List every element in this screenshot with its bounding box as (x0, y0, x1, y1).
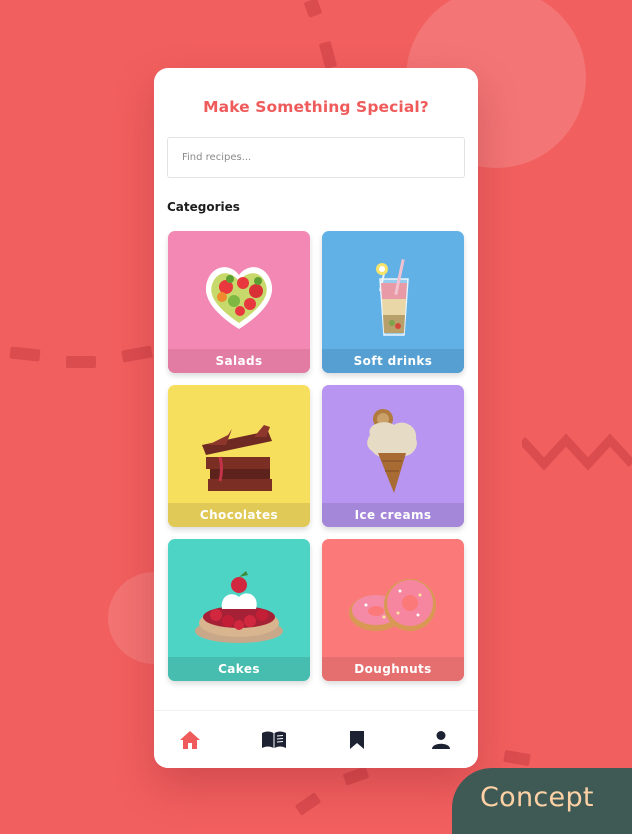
book-icon (262, 731, 286, 748)
phone-screen: Make Something Special? Categories Salad… (154, 68, 478, 768)
chocolate-stack-icon (202, 425, 272, 491)
category-label: Chocolates (168, 503, 310, 527)
category-tile-salads[interactable]: Salads (168, 231, 310, 373)
background-dash (121, 345, 153, 363)
search-input[interactable] (167, 137, 465, 178)
category-label: Soft drinks (322, 349, 464, 373)
nav-bookmarks[interactable] (332, 711, 382, 768)
home-icon (180, 731, 200, 749)
background-zigzag (522, 433, 632, 471)
nav-home[interactable] (165, 711, 215, 768)
category-label: Cakes (168, 657, 310, 681)
profile-icon (432, 731, 450, 749)
nav-recipes-book[interactable] (249, 711, 299, 768)
category-tile-cakes[interactable]: Cakes (168, 539, 310, 681)
categories-heading: Categories (167, 200, 240, 214)
category-label: Doughnuts (322, 657, 464, 681)
concept-badge-text: Concept (480, 782, 594, 813)
category-label: Ice creams (322, 503, 464, 527)
berry-tart-icon (195, 571, 283, 643)
doughnuts-icon (349, 579, 436, 631)
background-dash (294, 792, 322, 816)
ice-cream-cone-icon (367, 409, 417, 493)
category-tile-doughnuts[interactable]: Doughnuts (322, 539, 464, 681)
category-tile-soft-drinks[interactable]: Soft drinks (322, 231, 464, 373)
background-dash (342, 766, 370, 786)
salad-bowl-icon (205, 267, 273, 329)
nav-profile[interactable] (416, 711, 466, 768)
page-title: Make Something Special? (203, 98, 429, 116)
background-dash (503, 749, 531, 767)
bottom-navigation (154, 710, 478, 768)
category-tile-ice-creams[interactable]: Ice creams (322, 385, 464, 527)
background-dash (303, 0, 323, 18)
category-label: Salads (168, 349, 310, 373)
background-dash (9, 346, 41, 362)
background-dash (318, 40, 338, 70)
soft-drink-glass-icon (376, 259, 409, 336)
background-dash (66, 356, 96, 368)
bookmark-icon (350, 731, 364, 749)
category-tile-chocolates[interactable]: Chocolates (168, 385, 310, 527)
